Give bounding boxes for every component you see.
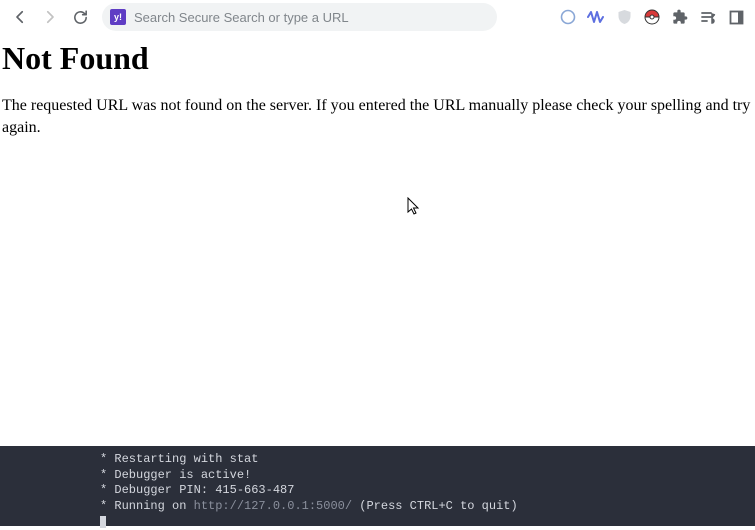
page-content: Not Found The requested URL was not foun… xyxy=(0,34,755,138)
page-heading: Not Found xyxy=(2,40,755,77)
address-bar-placeholder: Search Secure Search or type a URL xyxy=(134,10,489,25)
terminal-prompt[interactable] xyxy=(100,514,755,530)
extension-area xyxy=(555,8,749,26)
page-body-text: The requested URL was not found on the s… xyxy=(2,95,755,138)
terminal-line: * Restarting with stat xyxy=(100,452,755,468)
terminal-url: http://127.0.0.1:5000/ xyxy=(194,499,352,513)
browser-toolbar: y! Search Secure Search or type a URL xyxy=(0,0,755,34)
pokeball-extension-icon[interactable] xyxy=(643,8,661,26)
wave-extension-icon[interactable] xyxy=(587,8,605,26)
address-bar[interactable]: y! Search Secure Search or type a URL xyxy=(102,3,497,31)
mouse-cursor-icon xyxy=(407,197,423,222)
terminal-line: * Running on http://127.0.0.1:5000/ (Pre… xyxy=(100,499,755,515)
reload-button[interactable] xyxy=(66,3,94,31)
terminal-gutter xyxy=(0,446,92,526)
playlist-extension-icon[interactable] xyxy=(699,8,717,26)
shield-extension-icon[interactable] xyxy=(615,8,633,26)
panel-toggle-icon[interactable] xyxy=(727,8,745,26)
extensions-puzzle-icon[interactable] xyxy=(671,8,689,26)
terminal-panel[interactable]: * Restarting with stat * Debugger is act… xyxy=(0,446,755,526)
forward-button[interactable] xyxy=(36,3,64,31)
back-button[interactable] xyxy=(6,3,34,31)
site-favicon: y! xyxy=(110,9,126,25)
terminal-line: * Debugger PIN: 415-663-487 xyxy=(100,483,755,499)
circle-extension-icon[interactable] xyxy=(559,8,577,26)
terminal-line: * Debugger is active! xyxy=(100,468,755,484)
